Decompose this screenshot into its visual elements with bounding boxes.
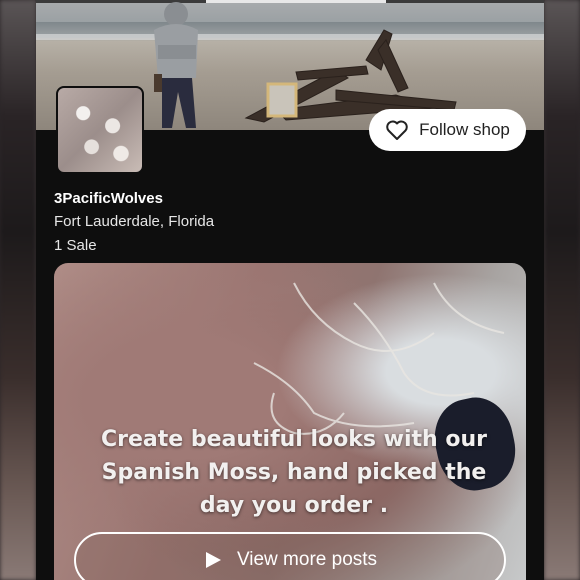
- heart-outline-icon: [386, 120, 408, 140]
- shop-sales-count: 1 Sale: [54, 237, 97, 254]
- shop-screen: Follow shop 3PacificWolves Fort Lauderda…: [36, 0, 544, 580]
- shop-name[interactable]: 3PacificWolves: [54, 190, 163, 207]
- follow-shop-button[interactable]: Follow shop: [369, 109, 526, 151]
- post-caption: Create beautiful looks with our Spanish …: [100, 427, 487, 518]
- background-blur-left: [0, 0, 36, 580]
- play-icon: [205, 552, 221, 568]
- follow-shop-label: Follow shop: [419, 120, 510, 139]
- view-more-posts-button[interactable]: View more posts: [74, 532, 506, 580]
- shop-avatar[interactable]: [56, 86, 144, 174]
- view-more-posts-label: View more posts: [236, 549, 378, 570]
- background-blur-right: [544, 0, 580, 580]
- shop-location: Fort Lauderdale, Florida: [54, 213, 215, 230]
